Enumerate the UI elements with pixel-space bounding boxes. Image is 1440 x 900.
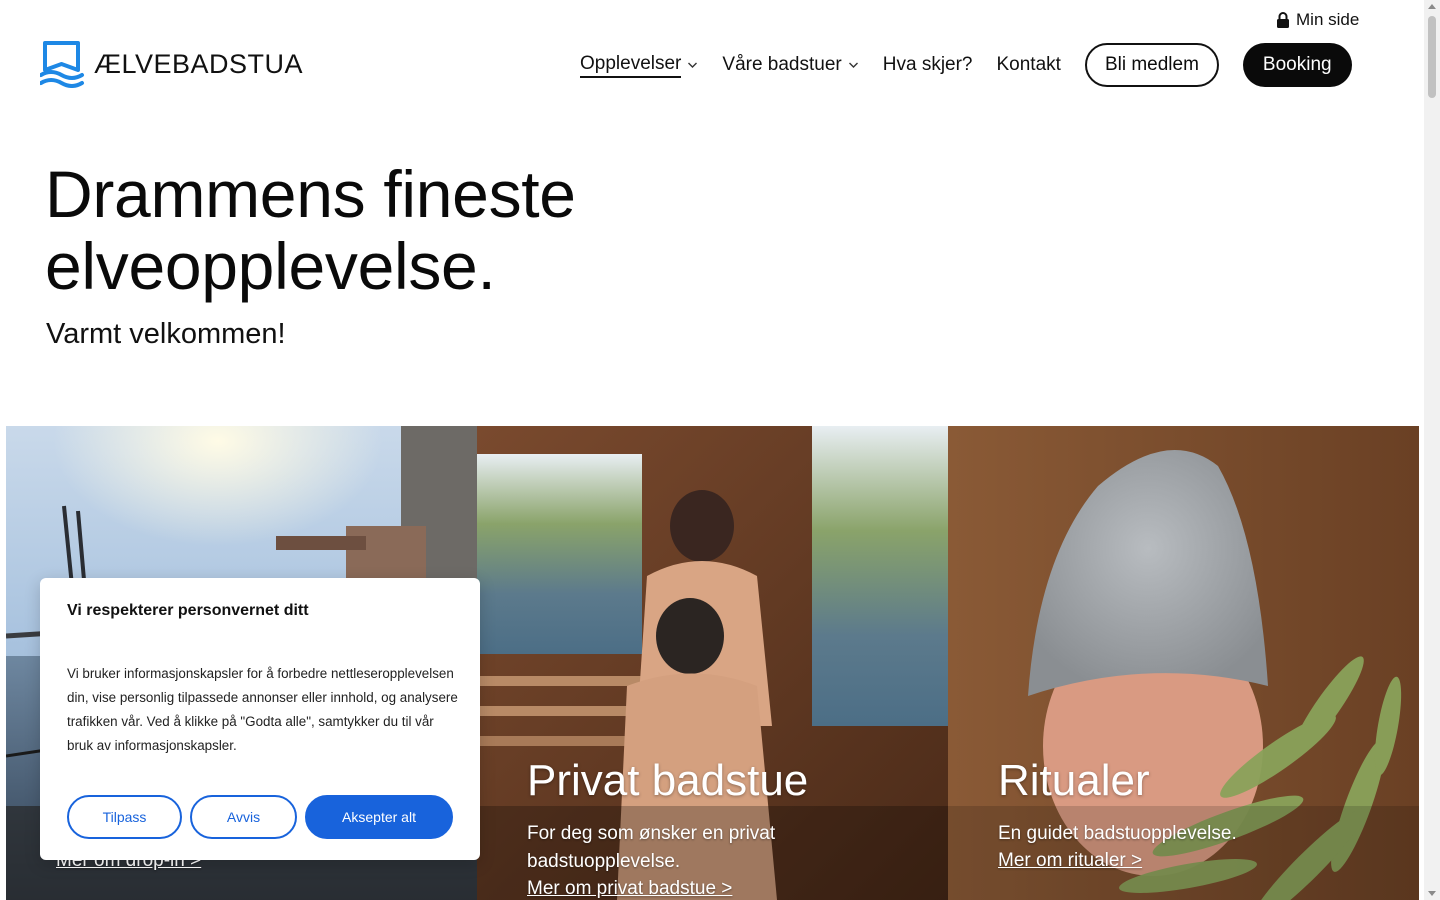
card-ritualer[interactable]: Ritualer En guidet badstuopplevelse. Mer… [948,426,1419,900]
bli-medlem-button[interactable]: Bli medlem [1084,43,1219,87]
nav-item-opplevelser[interactable]: Opplevelser [580,53,698,78]
nav-item-label: Opplevelser [580,53,682,78]
card-link-ritualer[interactable]: Mer om ritualer > [998,850,1142,872]
chevron-down-icon [848,62,858,68]
cookie-customize-button[interactable]: Tilpass [67,795,182,839]
nav-item-kontakt[interactable]: Kontakt [997,54,1061,76]
booking-button[interactable]: Booking [1242,43,1352,87]
nav-item-vare-badstuer[interactable]: Våre badstuer [722,54,858,76]
card-desc-privat-badstue: For deg som ønsker en privat badstuopple… [527,823,776,872]
cookie-reject-button[interactable]: Avvis [190,795,297,839]
cookie-accept-button[interactable]: Aksepter alt [305,795,453,839]
cookie-consent-dialog: Vi respekterer personvernet ditt Vi bruk… [40,578,480,860]
page-title: Drammens fineste elveopplevelse. [45,158,745,302]
card-title-privat-badstue: Privat badstue [527,756,809,805]
cookie-text: Vi bruker informasjonskapsler for å forb… [67,666,458,753]
scroll-down-arrow-icon[interactable] [1428,891,1436,896]
nav-item-label: Hva skjer? [882,54,973,75]
river-flag-logo-icon [40,41,84,88]
page-scrollbar[interactable] [1424,0,1440,900]
nav-item-label: Våre badstuer [722,54,842,75]
nav-item-hva-skjer[interactable]: Hva skjer? [883,54,973,76]
logo-text: ÆLVEBADSTUA [94,48,304,79]
scroll-up-arrow-icon[interactable] [1428,4,1436,9]
page-subtitle: Varmt velkommen! [46,318,286,350]
min-side-link[interactable]: Min side [1276,10,1359,30]
card-link-privat-badstue[interactable]: Mer om privat badstue > [527,878,732,900]
min-side-label: Min side [1296,10,1360,29]
card-title-ritualer: Ritualer [998,756,1150,805]
card-desc-ritualer: En guidet badstuopplevelse. [998,823,1237,844]
card-privat-badstue[interactable]: Privat badstue For deg som ønsker en pri… [477,426,948,900]
chevron-down-icon [688,62,698,68]
main-nav: Opplevelser Våre badstuer Hva skjer? Kon… [580,43,1352,87]
lock-icon [1277,12,1289,28]
scroll-thumb[interactable] [1428,16,1436,98]
page-title-line-1: Drammens fineste [45,157,576,231]
site-logo[interactable]: ÆLVEBADSTUA [40,40,303,88]
page-title-line-2: elveopplevelse. [45,229,496,303]
cookie-title: Vi respekterer personvernet ditt [67,602,309,619]
nav-item-label: Kontakt [996,54,1061,75]
